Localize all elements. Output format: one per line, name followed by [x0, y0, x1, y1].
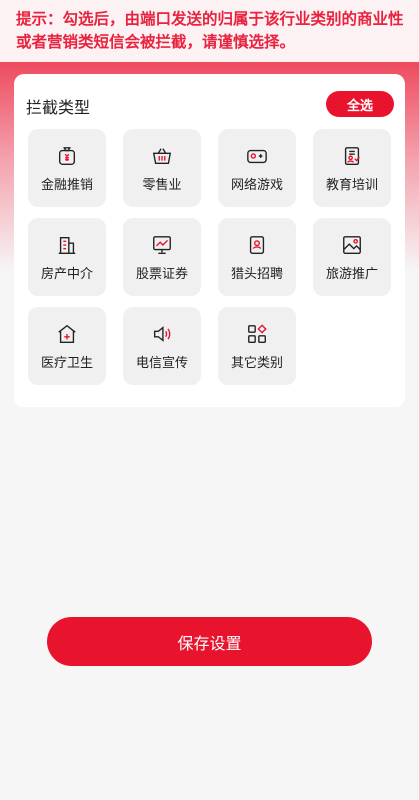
category-label: 房产中介 — [40, 267, 93, 282]
grid-icon — [248, 324, 267, 343]
stock-chart-icon — [153, 236, 171, 254]
category-label: 医疗卫生 — [40, 356, 93, 371]
category-stocks[interactable]: 股票证券 — [123, 218, 201, 296]
category-real-estate[interactable]: 房产中介 — [28, 218, 106, 296]
category-label: 零售业 — [142, 178, 182, 193]
category-tourism[interactable]: 旅游推广 — [313, 218, 391, 296]
category-medical[interactable]: 医疗卫生 — [28, 307, 106, 385]
notice-text: 提示：勾选后，由端口发送的归属于该行业类别的商业性或者营销类短信会被拦截，请谨慎… — [16, 10, 404, 51]
select-all-button[interactable]: 全选 — [326, 91, 394, 117]
category-telecom[interactable]: 电信宣传 — [123, 307, 201, 385]
category-education[interactable]: 教育培训 — [313, 129, 391, 207]
notice-banner: 提示：勾选后，由端口发送的归属于该行业类别的商业性或者营销类短信会被拦截，请谨慎… — [0, 0, 419, 62]
category-label: 股票证券 — [135, 267, 188, 282]
category-label: 金融推销 — [40, 178, 93, 193]
category-card: 拦截类型 全选 金融推销 零售业 网络游戏 教育培训 房产中介 股票证券 猎头招… — [14, 74, 405, 407]
education-icon — [344, 147, 360, 165]
category-finance[interactable]: 金融推销 — [28, 129, 106, 207]
landscape-icon — [343, 236, 361, 254]
save-settings-button[interactable]: 保存设置 — [47, 617, 372, 666]
category-label: 教育培训 — [325, 178, 378, 193]
card-title: 拦截类型 — [26, 98, 91, 117]
category-label: 其它类别 — [230, 356, 283, 371]
category-label: 猎头招聘 — [230, 267, 283, 282]
basket-icon — [152, 148, 172, 165]
category-retail[interactable]: 零售业 — [123, 129, 201, 207]
category-online-games[interactable]: 网络游戏 — [218, 129, 296, 207]
category-label: 网络游戏 — [230, 178, 283, 193]
gamepad-icon — [247, 149, 267, 164]
category-recruitment[interactable]: 猎头招聘 — [218, 218, 296, 296]
category-label: 旅游推广 — [325, 267, 378, 282]
id-badge-icon — [249, 236, 265, 254]
speaker-icon — [153, 326, 171, 342]
money-bag-icon — [58, 147, 76, 165]
building-icon — [58, 236, 76, 254]
hospital-icon — [58, 324, 76, 343]
category-other[interactable]: 其它类别 — [218, 307, 296, 385]
category-label: 电信宣传 — [135, 356, 188, 371]
